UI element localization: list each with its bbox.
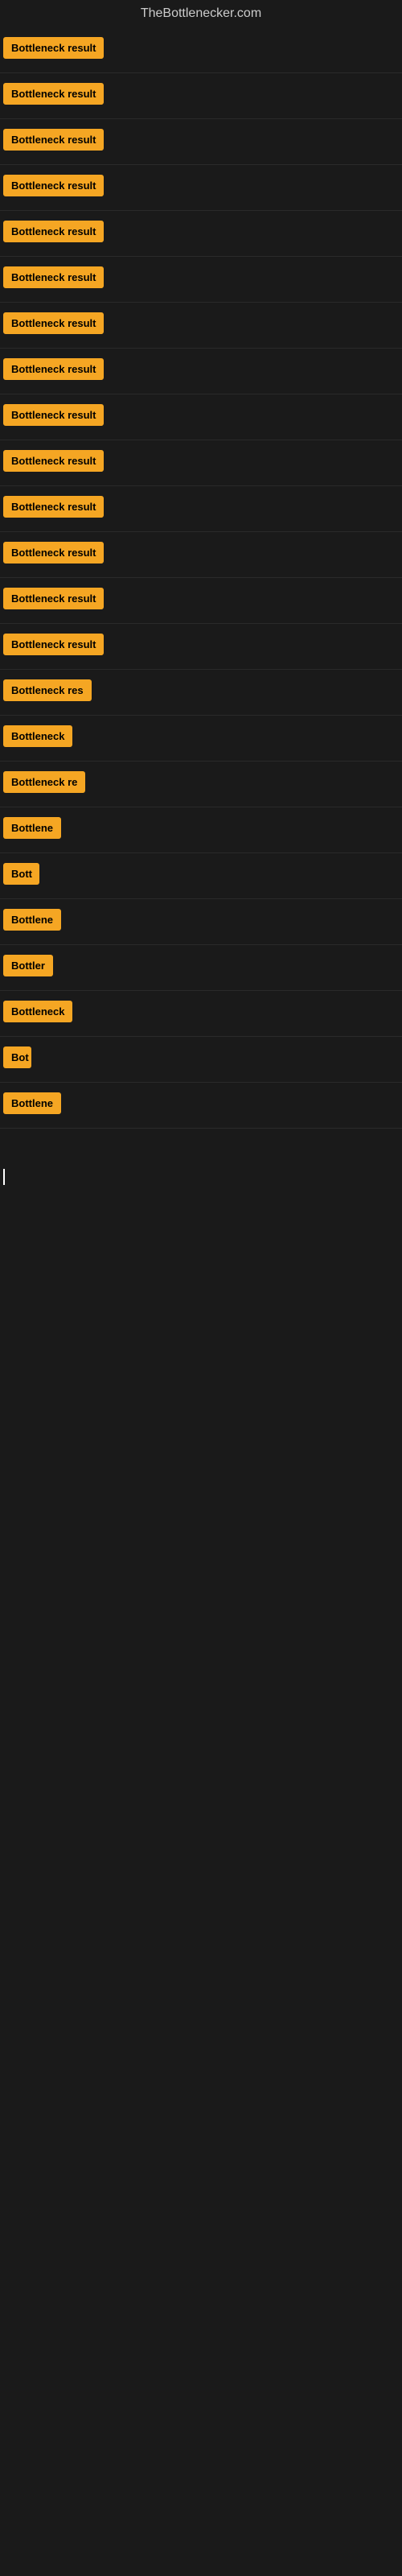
list-item: Bottleneck re [0,762,402,807]
bottleneck-badge[interactable]: Bottleneck result [3,129,104,151]
bottleneck-badge[interactable]: Bott [3,863,39,885]
bottleneck-badge[interactable]: Bottleneck [3,725,72,747]
list-item: Bottleneck result [0,394,402,440]
bottleneck-badge[interactable]: Bottleneck res [3,679,92,701]
title-text: TheBottlenecker.com [141,6,261,20]
list-item: Bottleneck result [0,257,402,303]
list-item: Bottleneck result [0,119,402,165]
list-item: Bottler [0,945,402,991]
list-item: Bottlene [0,899,402,945]
bottleneck-badge[interactable]: Bottleneck result [3,358,104,380]
list-item: Bottleneck [0,991,402,1037]
list-item: Bottleneck result [0,624,402,670]
list-item: Bottleneck result [0,532,402,578]
bottleneck-badge[interactable]: Bottleneck result [3,83,104,105]
list-item: Bottlene [0,807,402,853]
bottleneck-badge[interactable]: Bottleneck result [3,221,104,242]
bottleneck-badge[interactable]: Bottleneck result [3,450,104,472]
cursor-line [0,1169,402,1185]
bottleneck-badge[interactable]: Bottlene [3,1092,61,1114]
bottleneck-badge[interactable]: Bottleneck result [3,588,104,609]
list-item: Bottleneck [0,716,402,762]
list-item: Bott [0,853,402,899]
bottleneck-badge[interactable]: Bottleneck result [3,496,104,518]
list-item: Bottleneck result [0,349,402,394]
list-item: Bottleneck result [0,440,402,486]
list-item: Bottleneck result [0,211,402,257]
list-item: Bottleneck result [0,486,402,532]
bottleneck-badge[interactable]: Bottlene [3,817,61,839]
bottleneck-badge[interactable]: Bottleneck result [3,634,104,655]
bottleneck-badge[interactable]: Bottleneck re [3,771,85,793]
bottleneck-badge[interactable]: Bottleneck result [3,175,104,196]
list-item: Bottleneck result [0,27,402,73]
bottleneck-badge[interactable]: Bottleneck result [3,542,104,564]
list-item: Bottleneck result [0,578,402,624]
bottleneck-badge[interactable]: Bottleneck result [3,312,104,334]
text-cursor [3,1169,5,1185]
cursor-area [0,1169,402,2054]
bottleneck-badge[interactable]: Bottleneck result [3,266,104,288]
list-item: Bottlene [0,1083,402,1129]
bottleneck-list: Bottleneck result Bottleneck result Bottle… [0,27,402,1129]
list-item: Bottleneck result [0,73,402,119]
bottleneck-badge[interactable]: Bottleneck [3,1001,72,1022]
list-item: Bottleneck result [0,165,402,211]
bottleneck-badge[interactable]: Bot [3,1046,31,1068]
bottleneck-badge[interactable]: Bottleneck result [3,37,104,59]
list-item: Bottleneck res [0,670,402,716]
bottleneck-badge[interactable]: Bottlene [3,909,61,931]
bottleneck-badge[interactable]: Bottleneck result [3,404,104,426]
list-item: Bot [0,1037,402,1083]
list-item: Bottleneck result [0,303,402,349]
site-title: TheBottlenecker.com [0,0,402,27]
bottleneck-badge[interactable]: Bottler [3,955,53,976]
